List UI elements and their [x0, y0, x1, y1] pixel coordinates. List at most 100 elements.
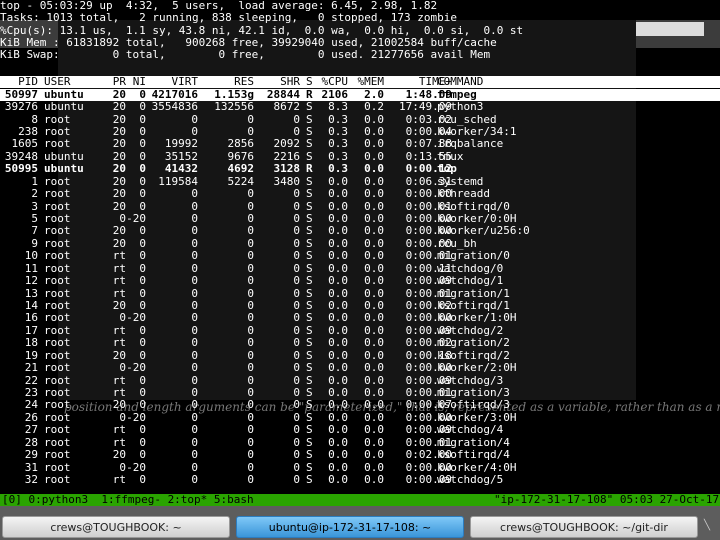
cell-ni: 0 — [139, 299, 146, 312]
process-row[interactable]: 3 root 20 0 0 0 0 S 0.0 0.0 0:00.01 ksoftirqd/0 — [0, 200, 720, 213]
cell-mem: 0.0 — [364, 336, 384, 350]
process-row[interactable]: 27 root rt 0 0 0 0 S 0.0 0.0 0:00.09 watchdog/4 — [0, 423, 720, 437]
cell-pr: 0 — [119, 311, 126, 325]
process-row[interactable]: 1 root 20 0 119584 5224 3480 S 0.0 0.0 0:06.31 syst… — [0, 175, 720, 188]
process-row[interactable]: 50997 ubuntu 20 0 4217016 1.153g 28844 R 2106 2.0… — [0, 87, 720, 101]
cell-virt: 0 — [191, 361, 198, 375]
cell-ni: 0 — [139, 348, 146, 362]
process-row[interactable]: 22 root rt 0 0 0 0 S 0.0 0.0 0:00.09 watchdog/3 — [0, 373, 720, 387]
column-header-cmd[interactable]: COMMAND — [437, 75, 557, 88]
cell-ni: 0 — [139, 423, 146, 437]
process-row[interactable]: 39248 ubuntu 20 0 35152 9676 2216 S 0.3 0.0 0:13.5… — [0, 150, 720, 163]
cell-pid: 7 — [31, 224, 38, 238]
process-row[interactable]: 39276 ubuntu 20 0 3554836 132556 8672 S 8.3 0.2 17… — [0, 100, 720, 114]
cell-ni: 0 — [139, 336, 146, 350]
terminal-window[interactable]: position and length arguments can be "pa… — [0, 0, 720, 506]
column-header-cpu[interactable]: %CPU — [312, 75, 349, 88]
cell-cmd: rcu_sched — [437, 112, 497, 126]
cell-user: ubuntu — [44, 162, 84, 176]
column-header-mem[interactable]: %MEM — [350, 75, 385, 88]
process-row[interactable]: 16 root 0 -20 0 0 0 S 0.0 0.0 0:00.00 kworker/1:0H — [0, 311, 720, 325]
cell-mem: 0.0 — [364, 348, 384, 362]
cell-shr: 28844 — [266, 87, 300, 101]
cell-cmd: migration/2 — [437, 336, 510, 350]
cell-cmd: kworker/1:0H — [437, 311, 517, 325]
taskbar-button-3[interactable]: crews@TOUGHBOOK: ~/git-dir — [470, 516, 698, 538]
cell-res: 4692 — [227, 162, 255, 176]
process-row[interactable]: 5 root 0 -20 0 0 0 S 0.0 0.0 0:00.00 kworker/0:0H — [0, 212, 720, 225]
cell-pid: 14 — [24, 299, 38, 312]
cell-pr: 20 — [112, 448, 126, 462]
process-table-header[interactable]: PID USER PR NI VIRT RES SHR S %CPU %MEM TIME+ COMMA… — [0, 75, 720, 89]
column-header-shr[interactable]: SHR — [256, 75, 300, 88]
process-row[interactable]: 13 root rt 0 0 0 0 S 0.0 0.0 0:00.01 migration/1 — [0, 286, 720, 300]
cell-res: 132556 — [214, 100, 254, 114]
cell-pr: rt — [112, 274, 126, 288]
cell-ni: 0 — [139, 112, 146, 126]
process-row[interactable]: 7 root 20 0 0 0 0 S 0.0 0.0 0:00.00 kworker/u256:0 — [0, 224, 720, 238]
process-row[interactable]: 24 root 20 0 0 0 0 S 0.0 0.0 0:00.07 ksoftirqd/3 — [0, 399, 720, 412]
column-header-virt[interactable]: VIRT — [148, 75, 199, 88]
cell-user: root — [44, 112, 71, 126]
cell-res: 0 — [247, 212, 254, 225]
cell-user: root — [44, 311, 71, 325]
process-row[interactable]: 12 root rt 0 0 0 0 S 0.0 0.0 0:00.09 watchdog/1 — [0, 274, 720, 288]
column-header-pr[interactable]: PR — [104, 75, 126, 88]
cell-cmd: ksoftirqd/4 — [437, 448, 510, 462]
process-row[interactable]: 14 root 20 0 0 0 0 S 0.0 0.0 0:00.02 ksoftirqd/1 — [0, 299, 720, 312]
cell-pid: 22 — [24, 373, 38, 387]
cell-virt: 0 — [191, 373, 198, 387]
cell-pr: 20 — [112, 162, 126, 176]
cell-res: 0 — [247, 187, 254, 201]
cell-ni: 0 — [139, 249, 146, 263]
cell-pr: 0 — [119, 361, 126, 375]
cell-ni: 0 — [139, 87, 146, 101]
process-row[interactable]: 8 root 20 0 0 0 0 S 0.3 0.0 0:03.02 rcu_sched — [0, 112, 720, 126]
process-row[interactable]: 50995 ubuntu 20 0 41432 4692 3128 R 0.3 0.0 0:00.1… — [0, 162, 720, 176]
process-row[interactable]: 28 root rt 0 0 0 0 S 0.0 0.0 0:00.01 migration/4 — [0, 436, 720, 449]
process-row[interactable]: 32 root rt 0 0 0 0 S 0.0 0.0 0:00.09 watchdog/5 — [0, 473, 720, 487]
cell-virt: 0 — [191, 473, 198, 487]
cell-pr: rt — [112, 373, 126, 387]
cell-pr: 20 — [112, 112, 126, 126]
column-header-ni[interactable]: NI — [126, 75, 146, 88]
cell-cmd: migration/0 — [437, 249, 510, 263]
process-row[interactable]: 238 root 20 0 0 0 0 S 0.3 0.0 0:00.04 kworker/34:1 — [0, 125, 720, 138]
process-row[interactable]: 21 root 0 -20 0 0 0 S 0.0 0.0 0:00.00 kworker/2:0H — [0, 361, 720, 375]
cell-cpu: 0.3 — [328, 162, 348, 176]
cell-pid: 8 — [31, 112, 38, 126]
taskbar-button-1[interactable]: crews@TOUGHBOOK: ~ — [2, 516, 230, 538]
process-row[interactable]: 10 root rt 0 0 0 0 S 0.0 0.0 0:00.01 migration/0 — [0, 249, 720, 263]
process-row[interactable]: 26 root 0 -20 0 0 0 S 0.0 0.0 0:00.00 kworker/3:0H — [0, 411, 720, 424]
process-row[interactable]: 2 root 20 0 0 0 0 S 0.0 0.0 0:00.00 kthreadd — [0, 187, 720, 201]
process-row[interactable]: 19 root 20 0 0 0 0 S 0.0 0.0 0:00.18 ksoftirqd/2 — [0, 348, 720, 362]
process-row[interactable]: 29 root 20 0 0 0 0 S 0.0 0.0 0:02.00 ksoftirqd/4 — [0, 448, 720, 462]
process-row[interactable]: 11 root rt 0 0 0 0 S 0.0 0.0 0:00.11 watchdog/0 — [0, 262, 720, 275]
cell-res: 1.153g — [214, 87, 254, 101]
process-row[interactable]: 31 root 0 -20 0 0 0 S 0.0 0.0 0:00.00 kworker/4:0H — [0, 460, 720, 474]
process-row[interactable]: 17 root rt 0 0 0 0 S 0.0 0.0 0:00.09 watchdog/2 — [0, 324, 720, 337]
cell-mem: 0.0 — [364, 299, 384, 312]
tmux-window-list[interactable]: [0] 0:python3 1:ffmpeg- 2:top* 5:bash — [2, 494, 254, 506]
column-header-pid[interactable]: PID — [2, 75, 38, 88]
process-row[interactable]: 18 root rt 0 0 0 0 S 0.0 0.0 0:00.02 migration/2 — [0, 336, 720, 350]
process-row[interactable]: 1605 root 20 0 19992 2856 2092 S 0.3 0.0 0:07.88 ir… — [0, 138, 720, 151]
cell-res: 0 — [247, 460, 254, 474]
cell-shr: 0 — [293, 361, 300, 375]
cell-cmd: watchdog/5 — [437, 473, 504, 487]
process-row[interactable]: 23 root rt 0 0 0 0 S 0.0 0.0 0:00.01 migration/3 — [0, 386, 720, 399]
taskbar-button-2[interactable]: ubuntu@ip-172-31-17-108: ~ — [236, 516, 464, 538]
cell-pid: 39276 — [4, 100, 38, 114]
cell-pid: 12 — [24, 274, 38, 288]
cell-user: root — [44, 448, 71, 462]
process-row[interactable]: 9 root 20 0 0 0 0 S 0.0 0.0 0:00.00 rcu_bh — [0, 237, 720, 250]
cell-shr: 0 — [293, 187, 300, 201]
column-header-res[interactable]: RES — [200, 75, 254, 88]
cell-mem: 0.0 — [364, 373, 384, 387]
cell-mem: 0.0 — [364, 473, 384, 487]
tray-handle-icon[interactable]: ╲ — [704, 520, 716, 534]
column-header-user[interactable]: USER — [44, 75, 98, 88]
cell-res: 0 — [247, 286, 254, 300]
cell-res: 0 — [247, 423, 254, 437]
cell-mem: 0.0 — [364, 224, 384, 238]
